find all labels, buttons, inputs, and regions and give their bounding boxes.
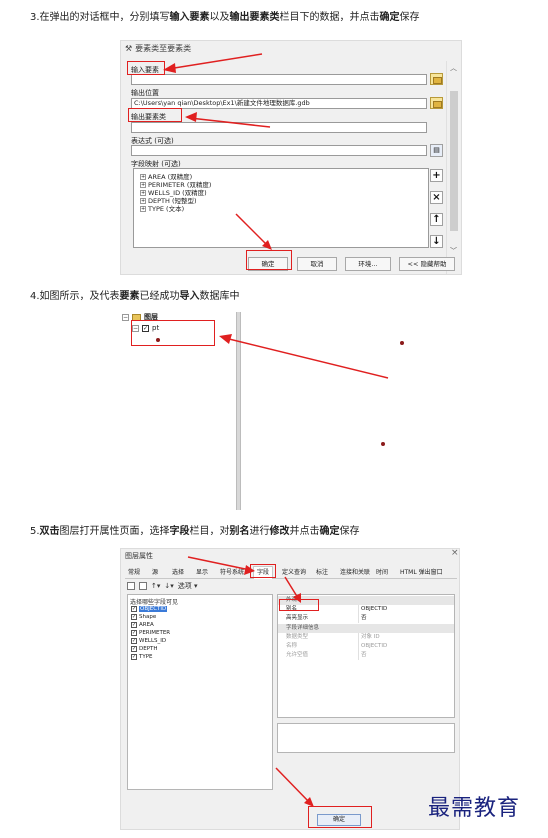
arrow-line xyxy=(235,213,269,247)
arrow-line xyxy=(224,337,389,379)
annotation-arrows xyxy=(163,53,389,807)
arrow-head xyxy=(185,112,197,122)
arrow-head xyxy=(219,334,232,344)
arrow-line xyxy=(167,53,263,70)
arrow-line xyxy=(189,117,271,128)
watermark-logo: 最需教育 xyxy=(428,796,521,821)
arrow-line xyxy=(284,576,299,599)
arrow-head xyxy=(163,63,176,73)
arrow-line xyxy=(187,556,251,571)
arrow-head xyxy=(293,593,301,603)
arrow-head xyxy=(244,565,255,575)
arrow-line xyxy=(275,767,311,804)
